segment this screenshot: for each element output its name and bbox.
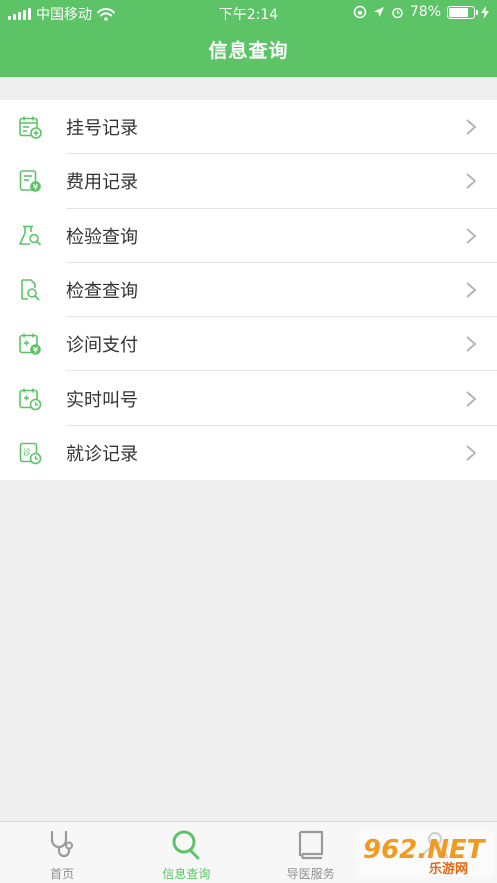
tab-label: 信息查询 [162, 867, 211, 881]
chevron-right-icon [466, 119, 477, 135]
record-clock-icon: 诊 [19, 442, 42, 465]
chevron-right-icon [466, 336, 477, 353]
flask-search-icon [18, 225, 42, 246]
calendar-clock-icon [19, 388, 42, 410]
tab-label: 首页 [50, 867, 75, 881]
stethoscope-icon [51, 830, 74, 858]
menu-item-exam-query[interactable]: 检查查询 [0, 263, 497, 318]
status-right: 78% [353, 4, 489, 20]
menu-item-label: 检查查询 [66, 281, 138, 303]
menu-item-clinic-payment[interactable]: 诊间支付 [0, 317, 497, 372]
tab-guide-service[interactable]: 导医服务 [249, 822, 373, 883]
page-title: 信息查询 [208, 40, 289, 62]
chevron-right-icon [466, 173, 477, 190]
menu-item-label: 费用记录 [66, 172, 138, 194]
menu-item-label: 挂号记录 [66, 118, 138, 140]
menu-item-visit-record[interactable]: 诊 就诊记录 [0, 426, 497, 480]
chevron-right-icon [466, 390, 477, 407]
menu-item-realtime-queue[interactable]: 实时叫号 [0, 371, 497, 426]
menu-list: 挂号记录 费用记录 检验查询 检查查询 诊间支付 实时叫号 诊 就诊记录 [0, 100, 497, 481]
battery-percent: 78% [409, 4, 441, 20]
menu-item-label: 实时叫号 [66, 389, 138, 411]
chevron-right-icon [466, 445, 477, 461]
battery-fill [449, 7, 468, 17]
bill-icon [19, 170, 41, 193]
charging-icon [481, 5, 489, 19]
calendar-plus-icon [19, 116, 42, 139]
watermark-logo: 962.NET 乐游网 [357, 831, 493, 877]
alarm-icon [392, 7, 403, 18]
calendar-pay-icon [19, 333, 41, 356]
rotation-lock-icon [353, 5, 367, 19]
document-search-icon [21, 279, 40, 301]
menu-item-registration-record[interactable]: 挂号记录 [0, 100, 497, 155]
menu-item-label: 就诊记录 [66, 443, 138, 465]
tab-info-query[interactable]: 信息查询 [124, 822, 248, 883]
search-icon [172, 830, 200, 860]
menu-item-label: 检验查询 [66, 226, 138, 248]
tab-label: 导医服务 [286, 867, 335, 881]
chevron-right-icon [466, 282, 477, 298]
watermark-caption: 乐游网 [429, 861, 468, 877]
svg-text:诊: 诊 [23, 447, 31, 457]
watermark-brand: 962.NET [363, 835, 487, 865]
top-bar: 中国移动 下午2:14 78% 信息查询 [0, 0, 497, 77]
tab-home[interactable]: 首页 [0, 822, 124, 883]
book-icon [298, 830, 323, 860]
menu-item-lab-test-query[interactable]: 检验查询 [0, 209, 497, 263]
location-icon [373, 7, 384, 17]
menu-item-fee-record[interactable]: 费用记录 [0, 154, 497, 209]
chevron-right-icon [466, 227, 477, 244]
menu-item-label: 诊间支付 [66, 335, 138, 357]
battery-icon [447, 5, 478, 19]
status-bar: 中国移动 下午2:14 78% [0, 0, 497, 26]
